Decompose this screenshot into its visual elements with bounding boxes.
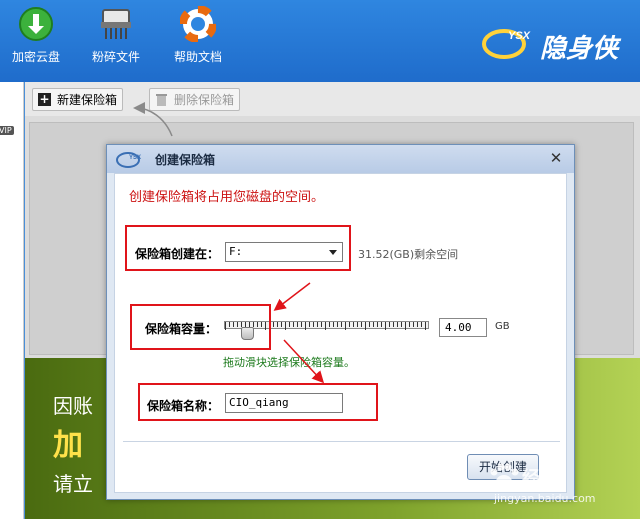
watermark-url: jingyan.baidu.com (494, 492, 596, 505)
brand-logo: YSX 隐身侠 (482, 24, 632, 64)
slider-tick (293, 322, 294, 327)
slider-tick (341, 322, 342, 327)
lifebuoy-icon (179, 5, 217, 43)
capacity-input[interactable]: 4.00 (439, 318, 487, 337)
help-docs-label: 帮助文档 (173, 50, 222, 64)
delete-safe-label: 删除保险箱 (174, 93, 235, 107)
free-space-text: 31.52(GB)剩余空间 (358, 248, 459, 261)
safe-toolbar: + 新建保险箱 删除保险箱 (25, 82, 640, 116)
brand-text: 隐身侠 (540, 34, 619, 64)
dialog-titlebar: YSX 创建保险箱 ✕ (107, 145, 574, 173)
slider-tick (365, 322, 366, 330)
slider-tick (325, 322, 326, 330)
banner-line-3: 请立 (53, 472, 93, 496)
slider-tick (389, 322, 390, 327)
svg-text:YSX: YSX (129, 155, 141, 161)
annotation-box-name (138, 383, 378, 421)
plus-icon: + (38, 92, 51, 106)
slider-tick (313, 322, 314, 327)
close-icon[interactable]: ✕ (546, 148, 566, 168)
slider-tick (393, 322, 394, 327)
dialog-divider (123, 441, 560, 442)
cloud-disk-button[interactable]: 加密云盘 (6, 6, 66, 65)
slider-tick (377, 322, 378, 327)
slider-tick (385, 322, 386, 330)
slider-tick (337, 322, 338, 327)
shred-files-label: 粉碎文件 (91, 50, 140, 64)
slider-tick (397, 322, 398, 327)
shredder-icon (98, 6, 134, 42)
sidebar: VIP (0, 82, 24, 519)
dialog-title: 创建保险箱 (155, 153, 216, 167)
slider-tick (317, 322, 318, 327)
slider-tick (349, 322, 350, 327)
slider-tick (309, 322, 310, 327)
new-safe-label: 新建保险箱 (57, 93, 118, 107)
slider-tick (321, 322, 322, 327)
slider-tick (401, 322, 402, 327)
delete-safe-button[interactable]: 删除保险箱 (149, 88, 241, 111)
space-notice: 创建保险箱将占用您磁盘的空间。 (129, 190, 325, 205)
slider-tick (417, 322, 418, 327)
annotation-box-location (125, 225, 351, 271)
slider-tick (369, 322, 370, 327)
slider-tick (361, 322, 362, 327)
slider-hint: 拖动滑块选择保险箱容量。 (223, 356, 355, 369)
slider-tick (345, 322, 346, 330)
banner-line-2: 加 (53, 428, 83, 463)
slider-tick (301, 322, 302, 327)
banner-line-1: 因账 (53, 394, 93, 418)
slider-tick (425, 322, 426, 330)
slider-tick (277, 322, 278, 327)
slider-tick (381, 322, 382, 327)
annotation-box-capacity (130, 304, 271, 350)
slider-tick (373, 322, 374, 327)
slider-tick (297, 322, 298, 327)
slider-tick (413, 322, 414, 327)
trash-icon (156, 94, 167, 106)
new-safe-button[interactable]: + 新建保险箱 (32, 88, 124, 111)
vip-badge: VIP (0, 126, 14, 135)
brand-mark-icon: YSX (482, 29, 531, 59)
shred-files-button[interactable]: 粉碎文件 (86, 6, 146, 65)
watermark-text: 经验 (522, 468, 558, 489)
capacity-unit: GB (495, 321, 510, 332)
slider-tick (329, 322, 330, 327)
svg-text:YSX: YSX (508, 30, 531, 42)
slider-tick (333, 322, 334, 327)
slider-tick (305, 322, 306, 330)
slider-tick (289, 322, 290, 327)
slider-tick (409, 322, 410, 327)
cloud-disk-label: 加密云盘 (11, 50, 60, 64)
slider-tick (357, 322, 358, 327)
watermark: 经验 jingyan.baidu.com (478, 462, 638, 512)
slider-tick (353, 322, 354, 327)
slider-tick (285, 322, 286, 330)
cloud-icon (18, 6, 54, 42)
slider-tick (421, 322, 422, 327)
slider-tick (273, 322, 274, 327)
top-toolbar: 加密云盘 粉碎文件 帮助文档 YSX 隐身侠 (0, 0, 640, 82)
app-logo-icon: YSX (116, 152, 141, 168)
help-docs-button[interactable]: 帮助文档 (168, 5, 228, 65)
paw-icon (490, 463, 519, 489)
slider-tick (281, 322, 282, 327)
slider-tick (405, 322, 406, 330)
